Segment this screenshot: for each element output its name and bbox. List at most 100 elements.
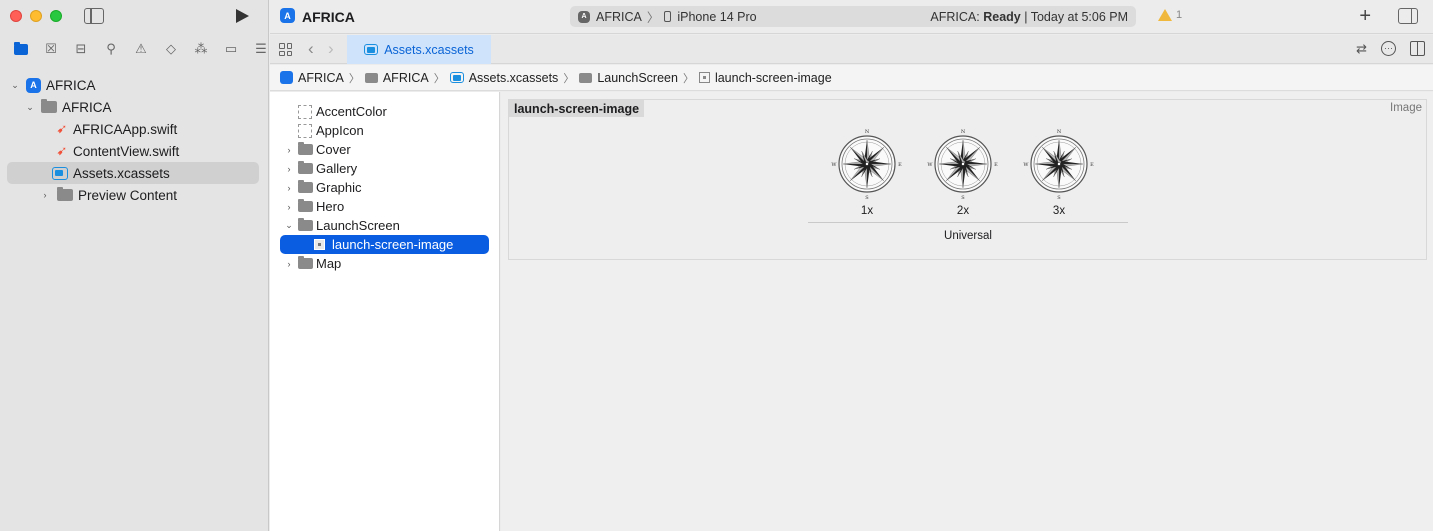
image-slot-2x[interactable]: N S E W 2x (927, 126, 998, 217)
breadcrumb-item[interactable]: AFRICA (364, 71, 429, 85)
list-item[interactable]: › Graphic (270, 178, 499, 197)
tree-item-label: AFRICA (62, 99, 112, 115)
status-state: Ready (983, 9, 1021, 24)
svg-text:E: E (898, 162, 902, 168)
tree-item-assets[interactable]: Assets.xcassets (7, 162, 259, 184)
swift-icon: ➹ (56, 121, 68, 136)
device-name: iPhone 14 Pro (677, 9, 757, 24)
close-window-button[interactable] (10, 10, 22, 22)
chevron-right-icon[interactable]: › (284, 164, 294, 174)
source-control-navigator-tab[interactable]: ☒ (36, 40, 66, 58)
breakpoint-navigator-tab[interactable]: ▭ (216, 40, 246, 58)
source-control-icon: ☒ (45, 41, 57, 56)
list-item[interactable]: › Hero (270, 197, 499, 216)
image-slot-1x[interactable]: N S E W 1x (831, 126, 902, 217)
sidebar-toggle-icon[interactable] (84, 8, 104, 24)
test-navigator-tab[interactable]: ◇ (156, 40, 186, 58)
chevron-down-icon[interactable]: ⌄ (284, 220, 294, 231)
list-item[interactable]: ⌄ LaunchScreen (270, 216, 499, 235)
more-options-icon[interactable]: ··· (1381, 41, 1396, 56)
warning-icon (1158, 9, 1172, 21)
window-toolbar: A AFRICA A AFRICA 〉 iPhone 14 Pro AFRICA… (270, 0, 1433, 34)
related-items-icon[interactable] (279, 43, 292, 56)
folder-icon (298, 218, 313, 231)
project-navigator-tab[interactable] (6, 40, 36, 58)
tree-item-file[interactable]: ➹ ContentView.swift (0, 140, 269, 162)
breadcrumb-item[interactable]: launch-screen-image (698, 71, 832, 85)
list-item-label: Gallery (316, 161, 358, 176)
run-play-icon[interactable] (236, 9, 249, 23)
svg-text:W: W (927, 162, 933, 168)
image-set-box[interactable]: launch-screen-image Image N S E W 1x N S E W 2… (508, 99, 1427, 260)
folder-icon (364, 72, 378, 83)
swap-arrows-icon[interactable]: ⇄ (1356, 41, 1367, 57)
tree-item-label: ContentView.swift (73, 143, 180, 159)
list-item-label: LaunchScreen (316, 218, 400, 233)
image-set-name: launch-screen-image (509, 100, 645, 117)
compass-rose-icon: N S E W (927, 129, 998, 201)
list-item-label: AppIcon (316, 123, 364, 138)
library-plus-icon[interactable]: + (1359, 5, 1371, 28)
zoom-window-button[interactable] (50, 10, 62, 22)
chevron-right-icon[interactable]: › (284, 183, 294, 193)
list-item[interactable]: › Map (270, 254, 499, 273)
breadcrumb: AFRICA 〉 AFRICA 〉 Assets.xcassets 〉 Laun… (270, 65, 1433, 91)
chevron-down-icon[interactable]: ⌄ (10, 80, 20, 91)
warnings-indicator[interactable]: 1 (1158, 9, 1182, 21)
debug-navigator-tab[interactable]: ⁂ (186, 40, 216, 58)
folder-icon (298, 180, 313, 193)
swift-icon: ➹ (56, 143, 68, 158)
image-slot-3x[interactable]: N S E W 3x (1023, 126, 1094, 217)
list-item[interactable]: AccentColor (270, 102, 499, 121)
list-item[interactable]: AppIcon (270, 121, 499, 140)
breadcrumb-item[interactable]: LaunchScreen (579, 71, 678, 85)
tree-item-group[interactable]: › Preview Content (0, 184, 269, 206)
app-icon-set-icon (298, 123, 312, 138)
folder-icon (298, 256, 313, 269)
symbol-navigator-tab[interactable]: ⊟ (66, 40, 96, 58)
svg-text:W: W (831, 162, 837, 168)
breadcrumb-item[interactable]: Assets.xcassets (449, 71, 558, 85)
find-navigator-tab[interactable]: ⚲ (96, 40, 126, 58)
svg-text:E: E (994, 162, 998, 168)
list-item-label: Graphic (316, 180, 362, 195)
tab-assets[interactable]: Assets.xcassets (347, 35, 491, 64)
tree-item-label: Assets.xcassets (73, 165, 170, 181)
scheme-selector[interactable]: A AFRICA (578, 10, 642, 24)
chevron-down-icon[interactable]: ⌄ (25, 102, 35, 113)
chevron-right-icon[interactable]: › (284, 259, 294, 269)
minimize-window-button[interactable] (30, 10, 42, 22)
chevron-right-icon[interactable]: › (284, 202, 294, 212)
chevron-right-icon[interactable]: › (284, 145, 294, 155)
destination-selector[interactable]: iPhone 14 Pro (664, 9, 757, 24)
breadcrumb-item[interactable]: AFRICA (280, 71, 344, 85)
status-project: AFRICA: (930, 9, 984, 24)
back-icon[interactable]: ‹ (308, 39, 314, 59)
issue-navigator-tab[interactable]: ⚠ (126, 40, 156, 58)
diamond-icon: ◇ (166, 41, 176, 56)
chevron-right-icon: 〉 (563, 72, 575, 85)
xcassets-icon (364, 44, 379, 55)
editor-tab-bar: ‹ › Assets.xcassets ⇄ ··· (270, 35, 1433, 64)
list-item[interactable]: › Gallery (270, 159, 499, 178)
forward-icon[interactable]: › (328, 39, 334, 59)
list-item-selected[interactable]: launch-screen-image (280, 235, 489, 254)
add-editor-icon[interactable] (1410, 41, 1425, 56)
idiom-label: Universal (944, 230, 992, 242)
folder-icon (57, 187, 73, 201)
slot-label: 2x (956, 205, 970, 217)
activity-bar: A AFRICA 〉 iPhone 14 Pro AFRICA: Ready |… (570, 6, 1136, 27)
svg-text:S: S (961, 195, 965, 201)
chevron-right-icon[interactable]: › (40, 190, 50, 200)
slot-label: 1x (860, 205, 874, 217)
inspector-toggle-icon[interactable] (1398, 8, 1418, 24)
editor-options: ⇄ ··· (1356, 41, 1425, 57)
tree-item-project[interactable]: ⌄ A AFRICA (0, 74, 269, 96)
xcassets-icon (52, 166, 68, 180)
app-icon: A (280, 8, 295, 23)
svg-text:N: N (865, 129, 870, 135)
tree-item-group[interactable]: ⌄ AFRICA (0, 96, 269, 118)
project-title: AFRICA (302, 9, 355, 25)
list-item[interactable]: › Cover (270, 140, 499, 159)
tree-item-file[interactable]: ➹ AFRICAApp.swift (0, 118, 269, 140)
